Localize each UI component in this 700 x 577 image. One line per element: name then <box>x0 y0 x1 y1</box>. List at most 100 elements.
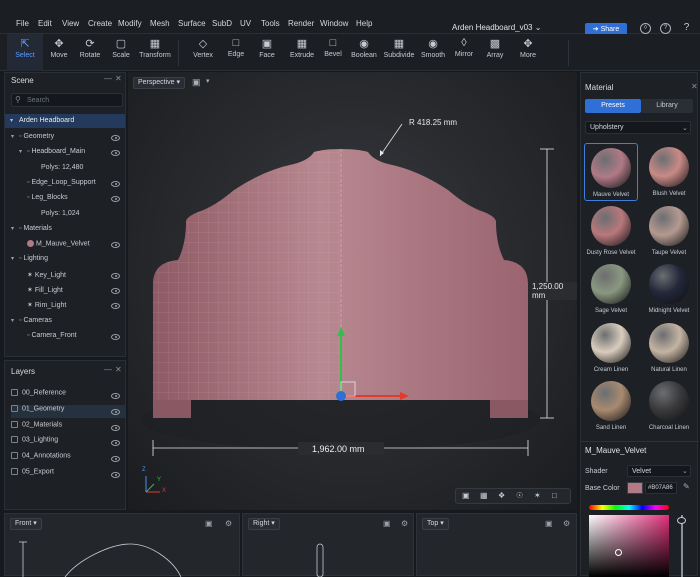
front-view-outline <box>19 541 182 577</box>
visibility-eye-icon[interactable] <box>111 424 120 431</box>
visibility-eye-icon[interactable] <box>111 303 120 310</box>
material-swatch[interactable]: Charcoal Linen <box>642 377 696 435</box>
visibility-eye-icon[interactable] <box>111 242 120 249</box>
layer-checkbox[interactable] <box>11 389 18 396</box>
base-color-hex-input[interactable]: #B07A86 <box>645 482 677 494</box>
panel-close-icon[interactable]: ✕ <box>115 74 122 83</box>
layer-checkbox[interactable] <box>11 420 18 428</box>
layer-item[interactable]: 05_Export <box>11 468 126 481</box>
tool-vertex[interactable]: ◇ Vertex <box>185 34 221 71</box>
material-swatch[interactable]: Mauve Velvet <box>584 143 638 201</box>
object-icon: ▫ <box>27 331 30 339</box>
visibility-eye-icon[interactable] <box>111 150 120 157</box>
material-swatch[interactable]: Dusty Rose Velvet <box>584 202 638 260</box>
camera-icon[interactable]: ▣ <box>545 519 553 528</box>
tool-label: Vertex <box>193 52 213 59</box>
menu-file[interactable]: File <box>16 19 29 28</box>
settings-icon[interactable]: ⚙ <box>563 519 570 528</box>
visibility-eye-icon[interactable] <box>111 196 120 203</box>
material-swatch[interactable]: Blush Velvet <box>642 143 696 201</box>
layer-checkbox[interactable] <box>11 436 18 444</box>
layer-item[interactable]: 01_Geometry <box>11 404 126 418</box>
array-icon: ▩ <box>489 38 501 50</box>
front-view[interactable]: Front ▾ ▣ ⚙ <box>4 513 240 577</box>
panel-minimize-icon[interactable]: — <box>104 74 112 83</box>
top-view[interactable]: Top ▾ ▣ ⚙ <box>416 513 577 576</box>
layer-label: 03_Lighting <box>22 436 59 444</box>
panel-close-icon[interactable]: ✕ <box>115 365 122 374</box>
material-swatch[interactable]: Midnight Velvet <box>642 260 696 318</box>
base-color-swatch[interactable] <box>627 482 643 494</box>
material-swatch[interactable]: Natural Linen <box>642 319 696 377</box>
right-view[interactable]: Right ▾ ▣ ⚙ <box>242 513 414 577</box>
eyedropper-icon[interactable]: ✎ <box>683 482 690 491</box>
tool-transform[interactable]: ▦ Transform <box>137 34 173 71</box>
layer-checkbox[interactable] <box>11 468 18 475</box>
tool-boolean[interactable]: ◉ Boolean <box>346 34 382 71</box>
material-swatch[interactable]: Taupe Velvet <box>642 202 696 260</box>
shader-dropdown[interactable]: Velvet ⌄ <box>627 465 691 477</box>
visibility-eye-icon[interactable] <box>111 333 120 340</box>
tool-more[interactable]: ✥ More <box>510 34 546 71</box>
tab-library[interactable]: Library <box>641 99 693 113</box>
menu-view[interactable]: View <box>62 19 79 28</box>
tool-subdivide[interactable]: ▦ Subdivide <box>381 34 417 71</box>
material-swatch[interactable]: Cream Linen <box>584 319 638 377</box>
tool-face[interactable]: ▣ Face <box>249 34 285 71</box>
help-icon[interactable]: ? <box>660 23 671 34</box>
layer-checkbox[interactable] <box>11 404 18 412</box>
render-icon[interactable]: □ <box>552 491 557 500</box>
panel-close-icon[interactable]: ✕ <box>691 82 698 91</box>
menu-render[interactable]: Render <box>288 19 314 28</box>
viewport-3d[interactable]: Perspective ▾ ▣ ▾ R 418.25 mm 1,250.00 m… <box>128 72 577 510</box>
menu-modify[interactable]: Modify <box>118 19 142 28</box>
menu-help[interactable]: Help <box>356 19 372 28</box>
value-slider-handle[interactable] <box>677 517 686 524</box>
scene-item-label: Lighting <box>23 255 48 263</box>
hue-slider[interactable] <box>589 505 669 510</box>
help-question-icon[interactable]: ? <box>681 23 692 34</box>
visibility-eye-icon[interactable] <box>111 408 120 415</box>
visibility-eye-icon[interactable] <box>111 272 120 279</box>
tool-array[interactable]: ▩ Array <box>477 34 513 71</box>
document-title[interactable]: Arden Headboard_v03 ⌄ <box>452 23 541 32</box>
menu-subd[interactable]: SubD <box>212 19 232 28</box>
menu-create[interactable]: Create <box>88 19 112 28</box>
layer-item[interactable]: 04_Annotations <box>11 452 126 465</box>
visibility-eye-icon[interactable] <box>111 393 120 399</box>
camera-icon[interactable]: ▣ <box>462 491 470 500</box>
layer-item[interactable]: 00_Reference <box>11 389 126 402</box>
value-slider[interactable] <box>681 515 683 577</box>
menu-surface[interactable]: Surface <box>178 19 206 28</box>
measure-icon[interactable]: ☉ <box>516 491 523 500</box>
visibility-eye-icon[interactable] <box>111 288 120 294</box>
menu-window[interactable]: Window <box>320 19 348 28</box>
color-picker-field[interactable] <box>589 515 669 577</box>
notification-icon[interactable]: ◊ <box>640 23 651 34</box>
color-picker-handle[interactable] <box>615 549 622 556</box>
grid-icon[interactable]: ▦ <box>480 491 488 500</box>
visibility-eye-icon[interactable] <box>111 472 120 478</box>
layer-item[interactable]: 02_Materials <box>11 420 126 434</box>
light-icon[interactable]: ✶ <box>534 491 541 500</box>
material-swatch[interactable]: Sage Velvet <box>584 260 638 318</box>
layer-item[interactable]: 03_Lighting <box>11 436 126 449</box>
tab-presets[interactable]: Presets <box>585 99 641 113</box>
visibility-eye-icon[interactable] <box>111 135 120 141</box>
scene-search-input[interactable]: ⚲ Search <box>11 93 123 107</box>
menu-uv[interactable]: UV <box>240 19 251 28</box>
panel-minimize-icon[interactable]: — <box>104 365 112 374</box>
layer-checkbox[interactable] <box>11 452 18 460</box>
snap-icon[interactable]: ❖ <box>498 491 505 500</box>
top-view-dropdown[interactable]: Top ▾ <box>422 518 449 530</box>
menu-edit[interactable]: Edit <box>38 19 52 28</box>
tool-scale[interactable]: ▢ Scale <box>103 34 139 71</box>
material-swatch[interactable]: Sand Linen <box>584 377 638 435</box>
menu-mesh[interactable]: Mesh <box>150 19 170 28</box>
tool-select[interactable]: ⇱ Select <box>7 34 43 71</box>
category-dropdown[interactable]: Upholstery ⌄ <box>585 121 691 134</box>
visibility-eye-icon[interactable] <box>111 180 120 187</box>
menu-tools[interactable]: Tools <box>261 19 280 28</box>
scene-root-item[interactable]: ▾ Arden Headboard <box>5 114 125 128</box>
chevron-down-icon: ▾ <box>11 225 15 232</box>
